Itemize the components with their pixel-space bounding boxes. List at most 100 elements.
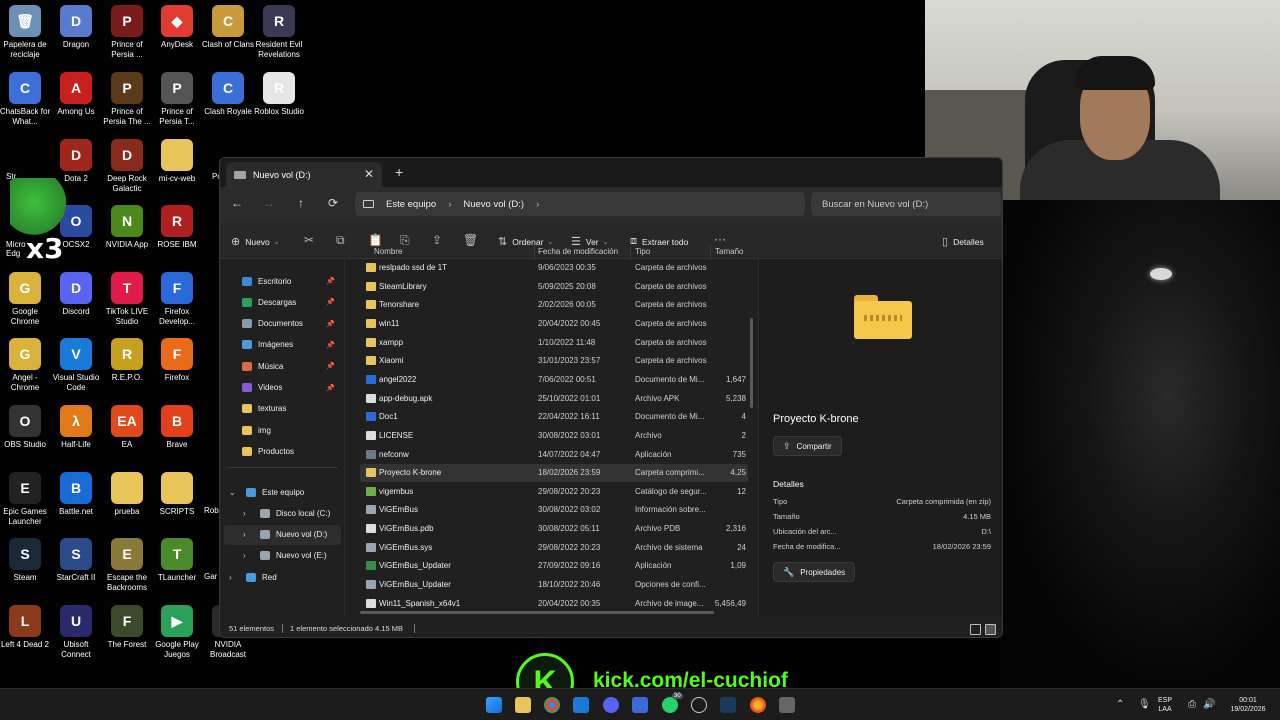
new-tab-button[interactable]: + — [395, 164, 403, 180]
file-row[interactable]: app-debug.apk 25/10/2022 01:01 Archivo APK… — [360, 390, 748, 408]
rename-icon[interactable]: ⎘ — [400, 233, 410, 248]
vscode-taskbar-icon[interactable] — [573, 697, 589, 713]
up-button[interactable]: ↑ — [292, 196, 310, 210]
desktop-icon[interactable]: C Clash of Clans — [202, 5, 254, 50]
column-separator[interactable] — [630, 246, 631, 260]
desktop-icon[interactable]: prueba — [102, 472, 152, 517]
column-header-name[interactable]: Nombre — [374, 247, 402, 256]
tree-item[interactable]: ⌄ Este equipo — [224, 482, 341, 502]
start-icon[interactable] — [486, 697, 502, 713]
search-input[interactable]: Buscar en Nuevo vol (D:) — [811, 192, 1001, 216]
desktop-icon[interactable]: O OBS Studio — [0, 405, 50, 450]
whatsapp-taskbar-icon[interactable] — [662, 697, 678, 713]
chevron-right-icon[interactable]: › — [243, 551, 246, 560]
details-view-icon[interactable] — [970, 624, 981, 635]
details-toggle-button[interactable]: ▯ Detalles — [942, 235, 984, 248]
desktop-icon[interactable]: G Angel - Chrome — [0, 338, 50, 393]
app-taskbar-icon[interactable] — [632, 697, 648, 713]
file-row[interactable]: Win11_Spanish_x64v1 20/04/2022 00:35 Archi… — [360, 595, 748, 613]
tree-item[interactable]: › Nuevo vol (E:) — [224, 546, 341, 566]
sidebar-item[interactable]: Documentos 📌 — [224, 314, 341, 334]
chrome-taskbar-icon[interactable] — [544, 697, 560, 713]
desktop-icon[interactable]: T TikTok LIVE Studio — [102, 272, 152, 327]
breadcrumb-nuevo-vol[interactable]: Nuevo vol (D:) — [463, 199, 524, 210]
desktop-icon[interactable]: R R.E.P.O. — [102, 338, 152, 383]
column-separator[interactable] — [710, 246, 711, 260]
steam-taskbar-icon[interactable] — [720, 697, 736, 713]
desktop-icon[interactable]: D Dragon — [51, 5, 101, 50]
desktop-icon[interactable]: B Battle.net — [51, 472, 101, 517]
sidebar-item[interactable]: Videos 📌 — [224, 378, 341, 398]
column-header-size[interactable]: Tamaño — [715, 247, 743, 256]
column-separator[interactable] — [534, 246, 535, 260]
desktop-icon[interactable]: U Ubisoft Connect — [51, 605, 101, 660]
chevron-right-icon[interactable]: › — [243, 509, 246, 518]
desktop-icon[interactable]: P Prince of Persia T... — [152, 72, 202, 127]
calculator-taskbar-icon[interactable] — [779, 697, 795, 713]
desktop-icon[interactable]: N NVIDIA App — [102, 205, 152, 250]
share-button[interactable]: ⇪ Compartir — [773, 436, 842, 456]
file-row[interactable]: nefconw 14/07/2022 04:47 Aplicación 735 — [360, 446, 748, 464]
desktop-icon[interactable]: F Firefox — [152, 338, 202, 383]
sidebar-item[interactable]: texturas — [224, 399, 341, 419]
column-header-date[interactable]: Fecha de modificación — [538, 247, 618, 256]
address-box[interactable]: Este equipo › Nuevo vol (D:) › — [355, 192, 805, 216]
file-row[interactable]: xampp 1/10/2022 11:48 Carpeta de archivos — [360, 334, 748, 352]
forward-button[interactable]: → — [260, 196, 278, 210]
clock[interactable]: 00:01 19/02/2026 — [1224, 696, 1272, 714]
sidebar-item[interactable]: Productos — [224, 441, 341, 461]
tab-nuevo-vol-d[interactable]: Nuevo vol (D:) ✕ — [226, 162, 382, 187]
pin-icon[interactable]: 📌 — [326, 298, 335, 306]
copy-icon[interactable]: ⧉ — [336, 233, 345, 248]
desktop-icon[interactable]: ◆ AnyDesk — [152, 5, 202, 50]
tree-item[interactable]: › Disco local (C:) — [224, 503, 341, 523]
volume-icon[interactable]: 🔊 — [1203, 699, 1215, 710]
pin-icon[interactable]: 📌 — [326, 277, 335, 285]
sidebar-item[interactable]: Música 📌 — [224, 356, 341, 376]
chevron-up-icon[interactable]: ⌃ — [1116, 699, 1124, 710]
file-row[interactable]: win11 20/04/2022 00:45 Carpeta de archivos — [360, 315, 748, 333]
chevron-down-icon[interactable]: ⌄ — [229, 488, 236, 497]
file-row[interactable]: Xiaomi 31/01/2023 23:57 Carpeta de archivo… — [360, 352, 748, 370]
breadcrumb-chevron-icon[interactable]: › — [536, 199, 539, 210]
paste-icon[interactable]: 📋 — [368, 233, 383, 247]
sidebar-item[interactable]: Descargas 📌 — [224, 292, 341, 312]
pin-icon[interactable]: 📌 — [326, 384, 335, 392]
file-row[interactable]: Tenorshare 2/02/2026 00:05 Carpeta de arch… — [360, 296, 748, 314]
desktop-icon[interactable]: F The Forest — [102, 605, 152, 650]
desktop-icon[interactable]: S Steam — [0, 538, 50, 583]
cut-icon[interactable]: ✂ — [304, 233, 314, 247]
file-row[interactable]: ViGEmBus_Updater 18/10/2022 20:46 Opciones… — [360, 576, 748, 594]
chevron-right-icon[interactable]: › — [229, 573, 232, 582]
desktop-icon[interactable]: P Prince of Persia The ... — [102, 72, 152, 127]
desktop-icon[interactable]: mi-cv-web — [152, 139, 202, 184]
file-row[interactable]: reslpado ssd de 1T 9/06/2023 00:35 Carpeta… — [360, 259, 748, 277]
network-icon[interactable]: ⎙ — [1188, 699, 1196, 710]
file-row[interactable]: Proyecto K-brone 18/02/2026 23:59 Carpeta … — [360, 464, 748, 483]
desktop-icon[interactable]: G Google Chrome — [0, 272, 50, 327]
file-row[interactable]: ViGEmBus.pdb 30/08/2022 05:11 Archivo PDB 2… — [360, 520, 748, 538]
chevron-right-icon[interactable]: › — [243, 530, 246, 539]
desktop-icon[interactable]: E Epic Games Launcher — [0, 472, 50, 527]
obs-taskbar-icon[interactable] — [691, 697, 707, 713]
file-row[interactable]: vigembus 29/08/2022 20:23 Catálogo de segu… — [360, 483, 748, 501]
desktop-icon[interactable]: 🗑 Papelera de reciclaje — [0, 5, 50, 60]
desktop-icon[interactable]: S StarCraft II — [51, 538, 101, 583]
file-row[interactable]: SteamLibrary 5/09/2025 20:08 Carpeta de ar… — [360, 278, 748, 296]
breadcrumb-este-equipo[interactable]: Este equipo — [386, 199, 436, 210]
desktop-icon[interactable]: SCRIPTS — [152, 472, 202, 517]
delete-icon[interactable]: 🗑 — [463, 233, 478, 247]
desktop-icon[interactable]: C Clash Royale — [203, 72, 253, 117]
microphone-icon[interactable]: 🎙 — [1138, 699, 1151, 710]
sidebar-item[interactable]: Escritorio 📌 — [224, 271, 341, 291]
file-row[interactable]: ViGEmBus.sys 29/08/2022 20:23 Archivo de s… — [360, 539, 748, 557]
desktop-icon[interactable]: A Among Us — [51, 72, 101, 117]
sidebar-item[interactable]: img — [224, 420, 341, 440]
desktop-icon[interactable]: E Escape the Backrooms — [102, 538, 152, 593]
tree-item[interactable]: › Red — [224, 567, 341, 587]
desktop-icon[interactable]: R ROSE IBM — [152, 205, 202, 250]
desktop-icon[interactable]: EA EA — [102, 405, 152, 450]
pin-icon[interactable]: 📌 — [326, 320, 335, 328]
desktop-icon[interactable]: R Resident Evil Revelations — [254, 5, 304, 60]
sidebar-item[interactable]: Imágenes 📌 — [224, 335, 341, 355]
